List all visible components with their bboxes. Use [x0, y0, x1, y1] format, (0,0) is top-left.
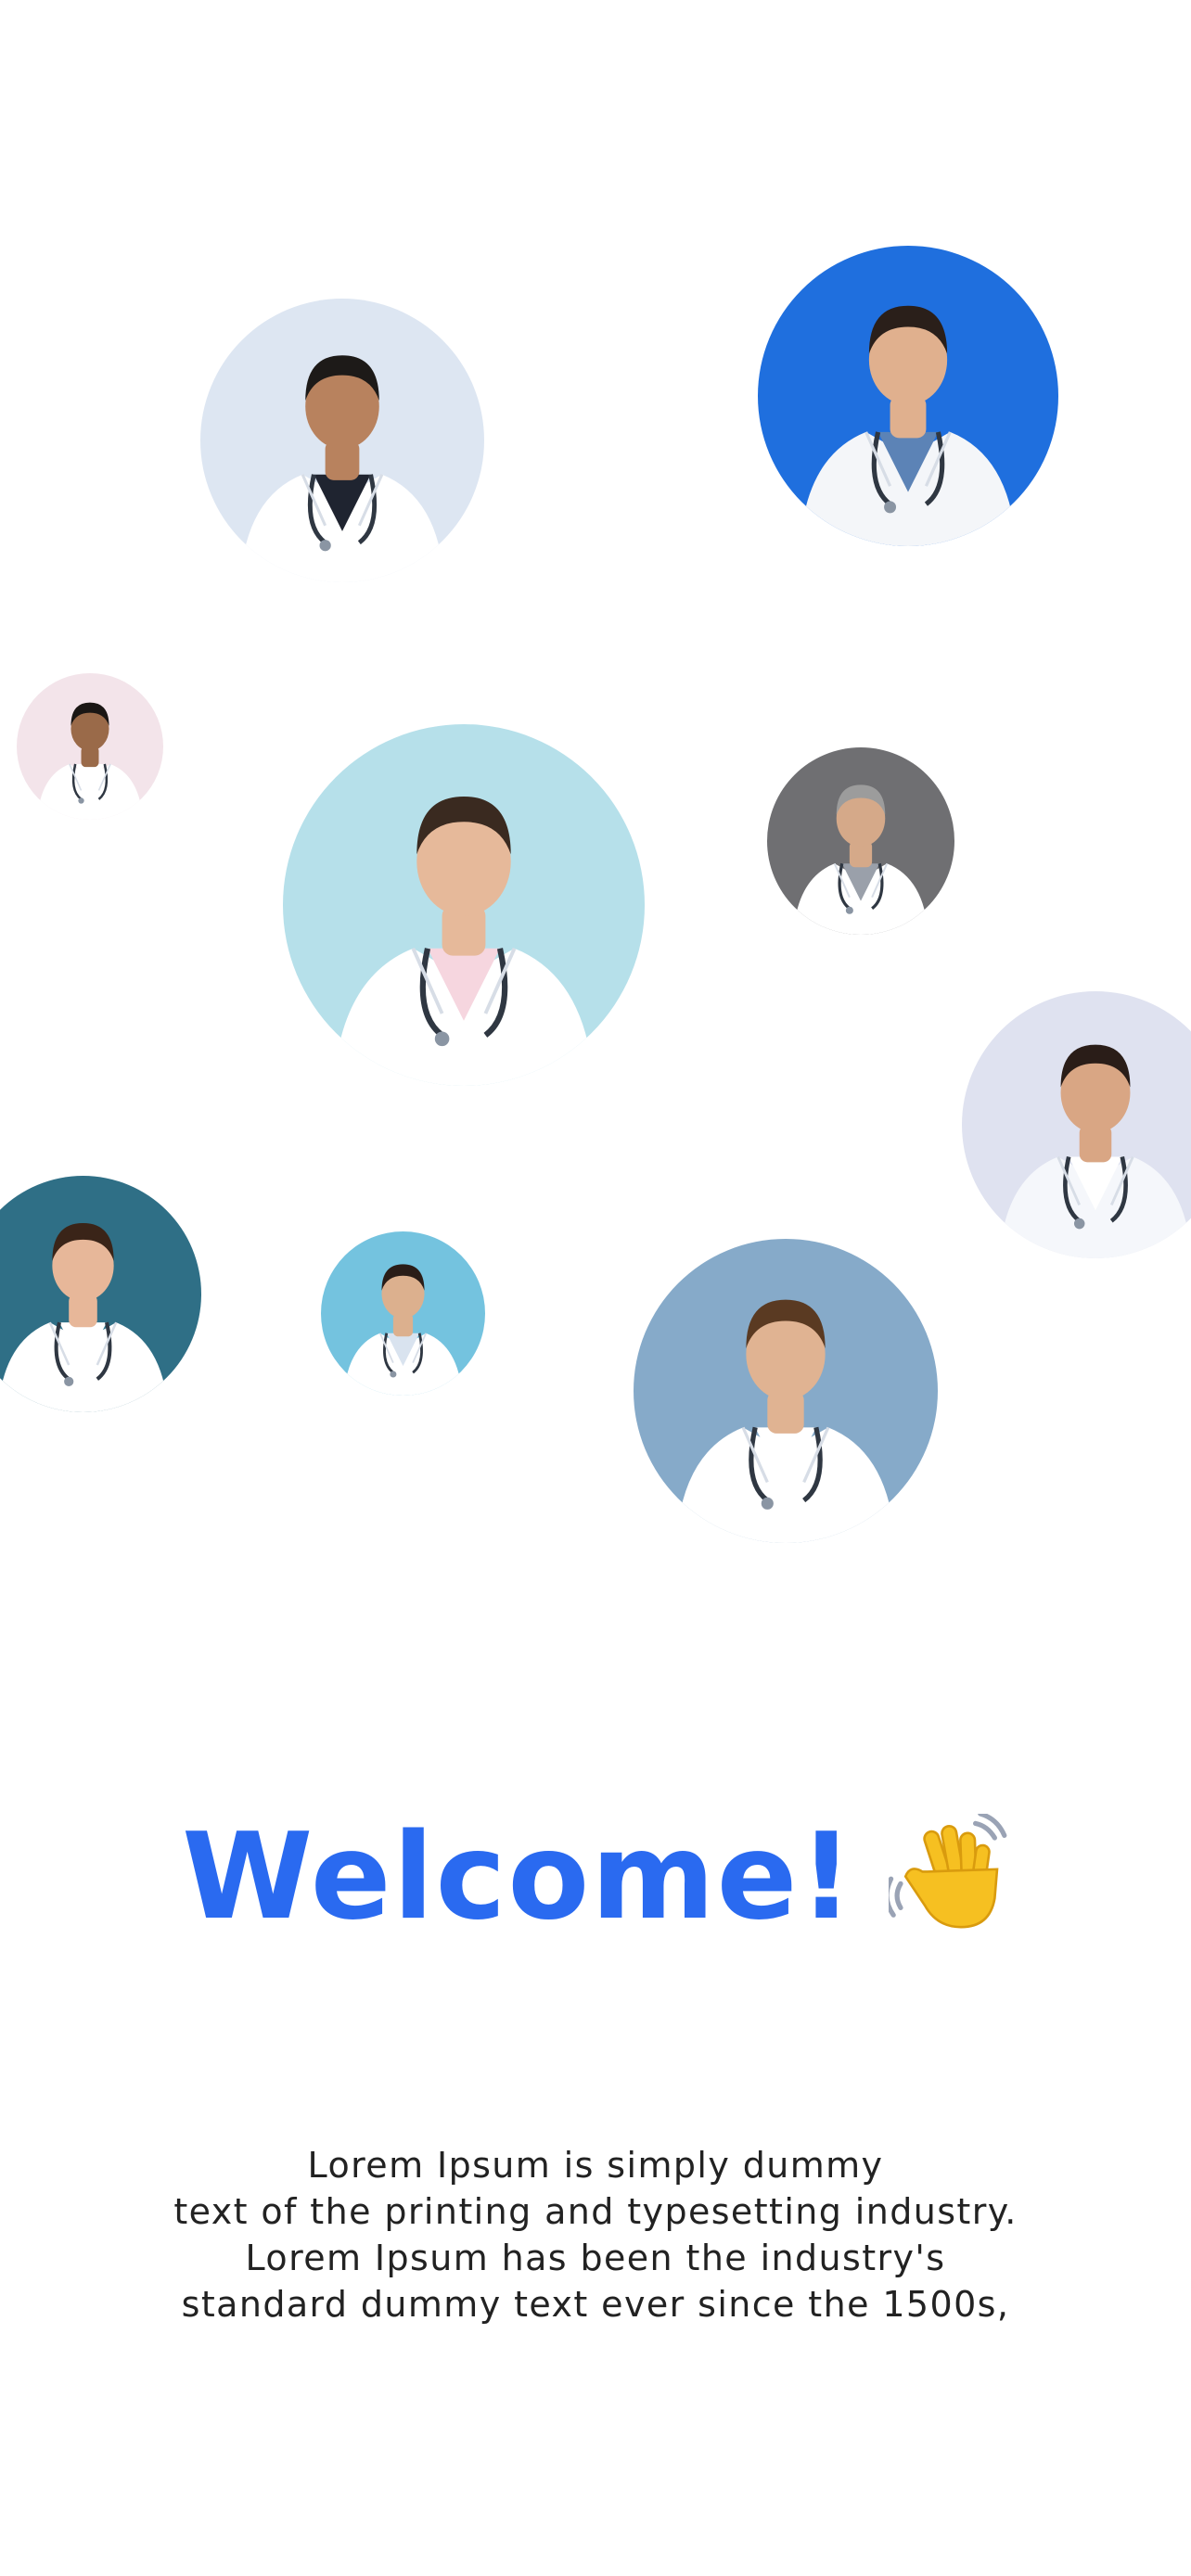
intro-line: text of the printing and typesetting ind…: [173, 2191, 1018, 2232]
doctor-avatar-8: [321, 1231, 485, 1396]
waving-hand-icon: [884, 1811, 1009, 1934]
doctor-avatar-6: [962, 991, 1191, 1258]
intro-text: Lorem Ipsum is simply dummy text of the …: [0, 2142, 1191, 2327]
welcome-heading: Welcome!: [0, 1804, 1191, 1952]
intro-line: standard dummy text ever since the 1500s…: [181, 2284, 1010, 2325]
doctor-avatar-5: [767, 747, 954, 935]
doctor-avatar-7: [0, 1176, 201, 1412]
doctor-avatar-1: [200, 299, 484, 582]
doctor-avatar-4: [283, 724, 645, 1086]
welcome-title: Welcome!: [182, 1808, 855, 1946]
intro-line: Lorem Ipsum is simply dummy: [307, 2145, 884, 2186]
doctor-avatar-3: [17, 673, 163, 820]
doctor-avatar-2: [758, 246, 1058, 546]
doctor-avatar-9: [634, 1239, 938, 1543]
intro-line: Lorem Ipsum has been the industry's: [245, 2238, 946, 2278]
